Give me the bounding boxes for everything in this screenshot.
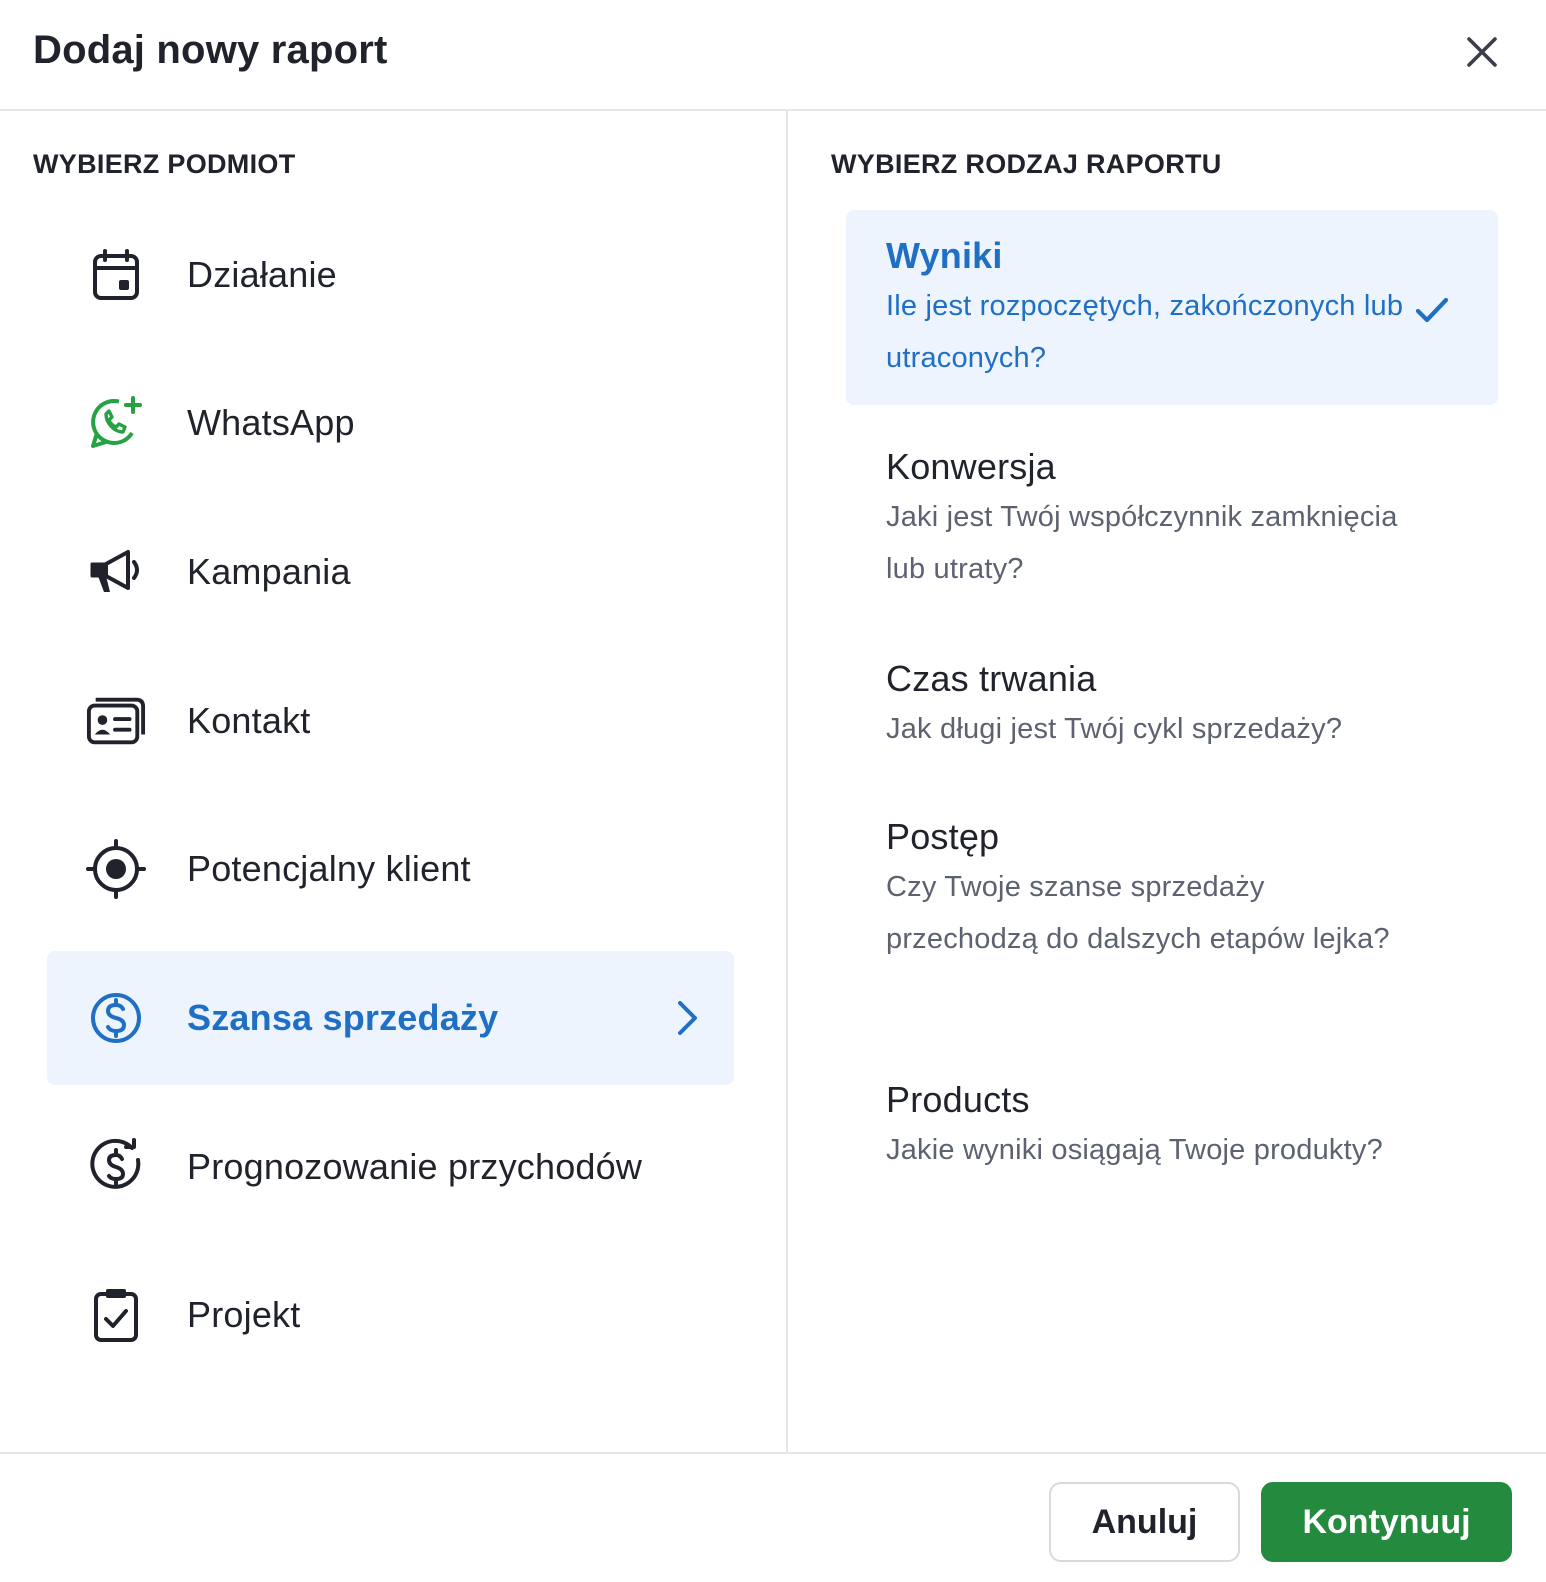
target-icon: [86, 839, 146, 899]
report-type-description: Jaki jest Twój współczynnik zamknięcia l…: [886, 501, 1398, 585]
report-type-konwersja[interactable]: Konwersja Jaki jest Twój współczynnik za…: [846, 421, 1498, 591]
clipboard-check-icon: [86, 1285, 146, 1345]
entity-item-kontakt[interactable]: Kontakt: [47, 654, 734, 788]
entity-label: Kampania: [187, 551, 351, 592]
add-report-dialog: Dodaj nowy raport WYBIERZ PODMIOT Działa…: [0, 0, 1546, 1582]
dialog-title: Dodaj nowy raport: [33, 28, 388, 72]
check-icon: [1415, 297, 1449, 323]
entity-item-kampania[interactable]: Kampania: [47, 505, 734, 639]
dialog-footer: Anuluj Kontynuuj: [0, 1452, 1546, 1582]
report-type-wyniki[interactable]: Wyniki Ile jest rozpoczętych, zakończony…: [846, 210, 1498, 405]
entity-label: Prognozowanie przychodów: [187, 1146, 643, 1187]
entity-label: WhatsApp: [187, 402, 355, 443]
chevron-right-icon: [678, 1001, 697, 1035]
report-type-description: Jakie wyniki osiągają Twoje produkty?: [886, 1134, 1383, 1166]
report-type-name: Postęp: [886, 816, 1000, 857]
whatsapp-icon: [86, 393, 146, 453]
megaphone-icon: [86, 542, 146, 602]
entity-label: Potencjalny klient: [187, 848, 471, 889]
cancel-button[interactable]: Anuluj: [1049, 1482, 1240, 1562]
dollar-refresh-icon: [86, 1137, 146, 1197]
dollar-circle-icon: [86, 988, 146, 1048]
report-type-postep[interactable]: Postęp Czy Twoje szanse sprzedaży przech…: [846, 791, 1498, 1011]
close-button[interactable]: [1462, 32, 1502, 72]
entity-item-prognozowanie-przychodow[interactable]: Prognozowanie przychodów: [47, 1100, 734, 1234]
report-type-description: Ile jest rozpoczętych, zakończonych lub …: [886, 290, 1404, 374]
entity-label: Szansa sprzedaży: [187, 997, 499, 1038]
entity-item-projekt[interactable]: Projekt: [47, 1248, 734, 1382]
entity-label: Kontakt: [187, 700, 311, 741]
report-type-products[interactable]: Products Jakie wyniki osiągają Twoje pro…: [846, 1054, 1498, 1224]
report-type-name: Products: [886, 1079, 1030, 1120]
entity-item-szansa-sprzedazy[interactable]: Szansa sprzedaży: [47, 951, 734, 1085]
entity-label: Projekt: [187, 1294, 301, 1335]
entity-item-dzialanie[interactable]: Działanie: [47, 208, 734, 342]
continue-button[interactable]: Kontynuuj: [1261, 1482, 1512, 1562]
entity-label: Działanie: [187, 254, 337, 295]
report-type-name: Konwersja: [886, 446, 1056, 487]
calendar-icon: [86, 245, 146, 305]
entity-section-heading: WYBIERZ PODMIOT: [33, 149, 296, 179]
report-type-name: Czas trwania: [886, 658, 1097, 699]
report-type-czas-trwania[interactable]: Czas trwania Jak długi jest Twój cykl sp…: [846, 633, 1498, 753]
report-type-section-heading: WYBIERZ RODZAJ RAPORTU: [831, 149, 1222, 179]
entity-panel: WYBIERZ PODMIOT Działanie WhatsApp Kampa…: [0, 111, 788, 1452]
entity-item-potencjalny-klient[interactable]: Potencjalny klient: [47, 802, 734, 936]
entity-item-whatsapp[interactable]: WhatsApp: [47, 356, 734, 490]
report-type-name: Wyniki: [886, 235, 1003, 276]
contact-card-icon: [86, 691, 146, 751]
dialog-header: Dodaj nowy raport: [0, 0, 1546, 111]
close-icon: [1467, 37, 1497, 67]
report-type-panel: WYBIERZ RODZAJ RAPORTU Wyniki Ile jest r…: [790, 111, 1546, 1452]
report-type-description: Jak długi jest Twój cykl sprzedaży?: [886, 713, 1343, 745]
report-type-description: Czy Twoje szanse sprzedaży przechodzą do…: [886, 871, 1390, 955]
